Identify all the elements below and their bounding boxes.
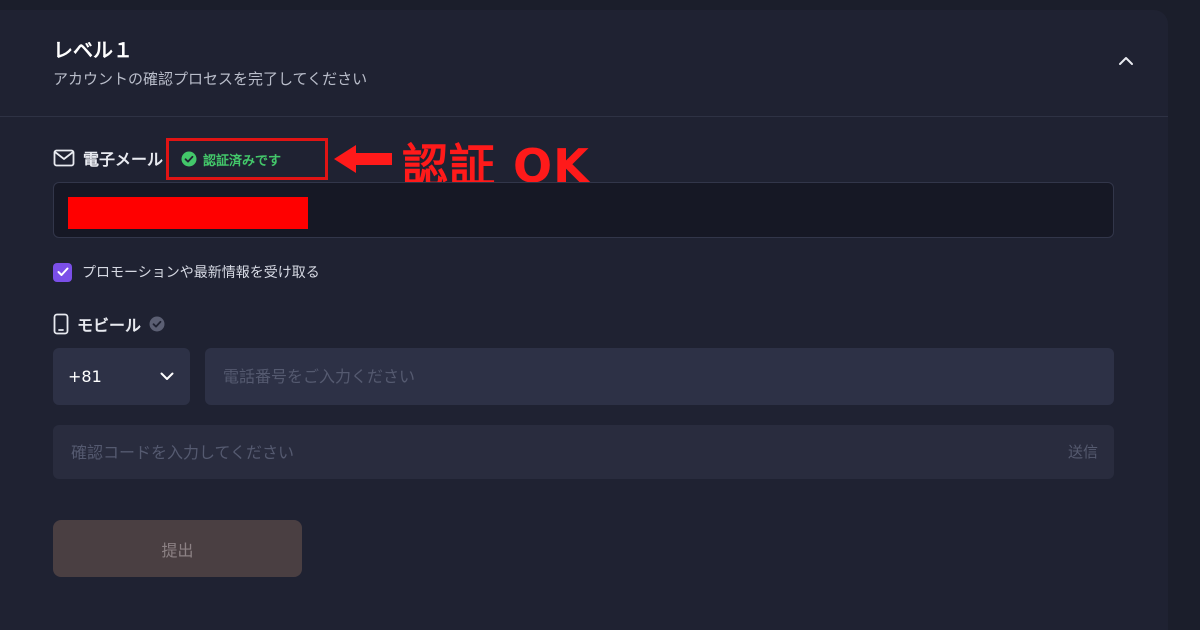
unverified-check-icon <box>149 316 165 332</box>
level-subtitle: アカウントの確認プロセスを完了してください <box>53 70 368 88</box>
promotions-option[interactable]: プロモーションや最新情報を受け取る <box>53 262 320 282</box>
email-label: 電子メール <box>53 146 163 170</box>
promotions-checkbox[interactable] <box>53 262 72 282</box>
country-code-select[interactable]: +81 <box>53 348 190 405</box>
promotions-label: プロモーションや最新情報を受け取る <box>82 265 320 281</box>
arrow-left-icon <box>334 145 392 173</box>
chevron-down-icon <box>160 372 174 380</box>
verified-text: 認証済みです <box>203 153 282 169</box>
email-field[interactable] <box>53 182 1114 238</box>
verification-panel: レベル１ アカウントの確認プロセスを完了してください 電子メール 認証済みです <box>0 10 1168 630</box>
email-label-text: 電子メール <box>83 150 164 169</box>
chevron-up-icon <box>1119 57 1133 65</box>
send-code-button[interactable]: 送信 <box>1068 441 1098 462</box>
verification-code-row: 送信 <box>53 425 1114 479</box>
mail-icon <box>53 149 75 167</box>
country-code-value: +81 <box>68 367 102 386</box>
verified-badge: 認証済みです <box>166 138 328 180</box>
verification-code-input[interactable] <box>53 425 1013 479</box>
mobile-label: モビール <box>53 312 165 336</box>
submit-button[interactable]: 提出 <box>53 520 302 577</box>
mobile-label-text: モビール <box>77 316 142 335</box>
level-title: レベル１ <box>53 38 133 62</box>
level-header[interactable]: レベル１ アカウントの確認プロセスを完了してください <box>0 10 1168 117</box>
page: レベル１ アカウントの確認プロセスを完了してください 電子メール 認証済みです <box>0 0 1200 630</box>
collapse-button[interactable] <box>1112 50 1140 72</box>
phone-number-input[interactable] <box>205 348 1114 405</box>
smartphone-icon <box>53 313 69 335</box>
check-circle-icon <box>181 151 197 167</box>
redaction-block <box>68 197 308 229</box>
check-icon <box>57 267 68 276</box>
